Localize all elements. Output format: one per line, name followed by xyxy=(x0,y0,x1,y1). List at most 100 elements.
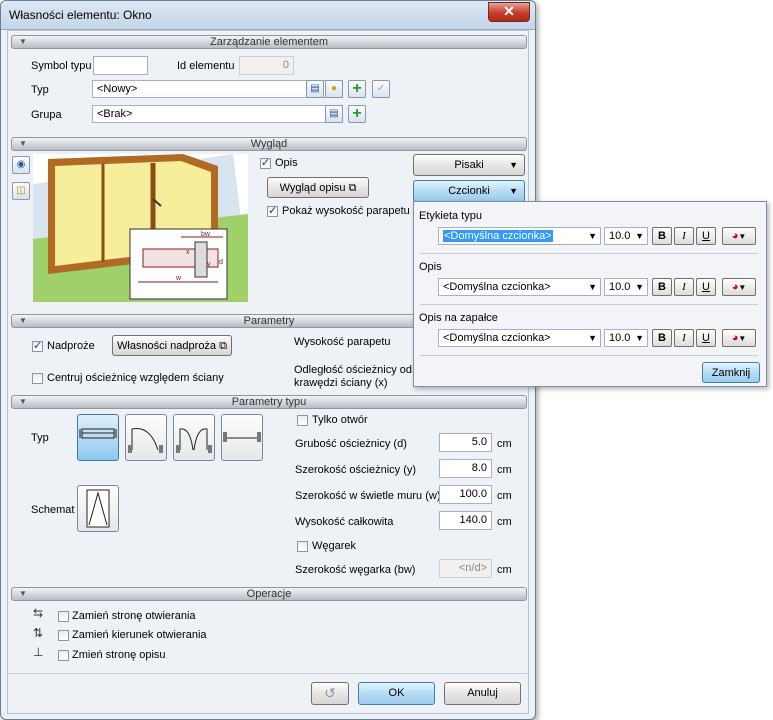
frame-width-unit: cm xyxy=(497,464,512,476)
type-lightbulb-icon[interactable]: ● xyxy=(325,80,343,98)
add-type-button[interactable]: + xyxy=(348,80,366,98)
bold-button-opis-zapalce[interactable]: B xyxy=(652,329,672,347)
font-size-select-type-tag[interactable]: 10.0 ▼ xyxy=(604,227,648,245)
bold-button-type-tag[interactable]: B xyxy=(652,227,672,245)
font-select-type-tag[interactable]: <Domyślna czcionka> ▼ xyxy=(438,227,601,245)
schema-button[interactable] xyxy=(77,485,119,532)
group-select[interactable]: <Brak> xyxy=(92,105,343,123)
popup-separator xyxy=(420,253,758,254)
color-picker-opis-zapalce[interactable]: ◕▼ xyxy=(722,329,756,347)
type-single-arc-button[interactable] xyxy=(125,414,167,461)
type-double-arc-button[interactable] xyxy=(173,414,215,461)
close-button[interactable]: ✕ xyxy=(488,2,530,22)
swap-opening-side-checkbox[interactable] xyxy=(58,611,69,622)
center-frame-label: Centruj ościeżnicę względem ściany xyxy=(47,372,224,384)
italic-button-opis-zapalce[interactable]: I xyxy=(674,329,694,347)
italic-button-type-tag[interactable]: I xyxy=(674,227,694,245)
opis-checkbox[interactable]: ✓ xyxy=(260,158,271,169)
popup-separator xyxy=(420,355,758,356)
swap-opening-direction-checkbox[interactable] xyxy=(58,630,69,641)
font-select-opis[interactable]: <Domyślna czcionka> ▼ xyxy=(438,278,601,296)
symbol-type-label: Symbol typu xyxy=(31,60,92,72)
czcionki-button[interactable]: Czcionki ▼ xyxy=(413,180,525,202)
description-appearance-label: Wygląd opisu xyxy=(279,182,346,194)
total-height-unit: cm xyxy=(497,516,512,528)
section-management-title: Zarządzanie elementem xyxy=(209,36,328,48)
title-bar[interactable]: Własności elementu: Okno ✕ xyxy=(1,1,535,30)
underline-button-opis[interactable]: U xyxy=(696,278,716,296)
diagram-label-d: d xyxy=(219,259,223,266)
window-type-label: Typ xyxy=(31,432,49,444)
only-opening-checkbox[interactable] xyxy=(297,415,308,426)
diagram-label-y: y xyxy=(207,261,211,268)
wegarek-checkbox[interactable] xyxy=(297,541,308,552)
schema-label: Schemat xyxy=(31,504,75,516)
open-dialog-icon: ⧉ xyxy=(219,340,227,352)
section-operations-header[interactable]: ▼ Operacje xyxy=(11,587,527,601)
frame-distance-label-line1: Odległość ościeżnicy od xyxy=(294,364,413,376)
show-parapet-label: Pokaż wysokość parapetu xyxy=(282,205,410,217)
add-group-button[interactable]: + xyxy=(348,105,366,123)
color-picker-opis[interactable]: ◕▼ xyxy=(722,278,756,296)
lintel-properties-label: Własności nadproża xyxy=(117,340,217,352)
underline-button-type-tag[interactable]: U xyxy=(696,227,716,245)
show-parapet-checkbox[interactable]: ✓ xyxy=(267,206,278,217)
dropdown-arrow-icon: ▼ xyxy=(588,231,597,241)
diagram-label-w: w xyxy=(175,275,182,282)
undo-button: ↺ xyxy=(311,682,349,705)
ok-button[interactable]: OK xyxy=(358,682,435,705)
underline-button-opis-zapalce[interactable]: U xyxy=(696,329,716,347)
frame-thickness-input[interactable]: 5.0 xyxy=(439,433,492,452)
swap-description-side-icon: ⊥ xyxy=(33,645,44,659)
pisaki-label: Pisaki xyxy=(454,159,484,171)
close-popup-button[interactable]: Zamknij xyxy=(702,362,760,383)
swap-description-side-checkbox[interactable] xyxy=(58,650,69,661)
font-group-label-type-tag: Etykieta typu xyxy=(419,210,482,222)
frame-width-label: Szerokość ościeżnicy (y) xyxy=(295,464,417,476)
type-flat-opening-button[interactable] xyxy=(77,414,119,461)
center-frame-checkbox[interactable] xyxy=(32,373,43,384)
wall-opening-width-input[interactable]: 100.0 xyxy=(439,485,492,504)
lintel-properties-button[interactable]: Własności nadproża ⧉ xyxy=(112,335,232,356)
confirm-type-icon: ✓ xyxy=(372,80,390,98)
lintel-checkbox[interactable]: ✓ xyxy=(32,341,43,352)
dropdown-arrow-icon: ▼ xyxy=(588,282,597,292)
window-title: Własności elementu: Okno xyxy=(9,8,152,22)
symbol-type-input[interactable] xyxy=(93,56,148,75)
wall-opening-width-unit: cm xyxy=(497,490,512,502)
bold-button-opis[interactable]: B xyxy=(652,278,672,296)
dropdown-arrow-icon: ▼ xyxy=(635,333,644,343)
font-size-select-opis-zapalce[interactable]: 10.0 ▼ xyxy=(604,329,648,347)
dropdown-arrow-icon: ▼ xyxy=(738,283,747,292)
cube-view-icon[interactable]: ◫ xyxy=(12,182,30,200)
cancel-button[interactable]: Anuluj xyxy=(444,682,521,705)
diagram-label-bw: bw xyxy=(201,231,211,238)
font-size-select-opis[interactable]: 10.0 ▼ xyxy=(604,278,648,296)
font-select-opis-value: <Domyślna czcionka> xyxy=(443,281,551,293)
dropdown-arrow-icon: ▼ xyxy=(509,186,518,196)
czcionki-label: Czcionki xyxy=(448,185,490,197)
element-id-input: 0 xyxy=(239,56,294,75)
window-preview-image: bw x d y w xyxy=(33,154,248,302)
section-management-header[interactable]: ▼ Zarządzanie elementem xyxy=(11,35,527,49)
element-id-label: Id elementu xyxy=(177,60,235,72)
camera-view-icon[interactable]: ◉ xyxy=(12,156,30,174)
total-height-input[interactable]: 140.0 xyxy=(439,511,492,530)
description-appearance-button[interactable]: Wygląd opisu ⧉ xyxy=(267,177,369,198)
section-appearance-header[interactable]: ▼ Wygląd xyxy=(11,137,527,151)
italic-button-opis[interactable]: I xyxy=(674,278,694,296)
swap-opening-direction-icon: ⇅ xyxy=(33,626,44,640)
type-sliding-button[interactable] xyxy=(221,414,263,461)
pisaki-button[interactable]: Pisaki ▼ xyxy=(413,154,525,176)
font-select-opis-zapalce[interactable]: <Domyślna czcionka> ▼ xyxy=(438,329,601,347)
section-type-parameters-title: Parametry typu xyxy=(231,396,307,408)
color-picker-type-tag[interactable]: ◕▼ xyxy=(722,227,756,245)
group-list-icon[interactable]: ▤ xyxy=(325,105,343,123)
type-list-icon[interactable]: ▤ xyxy=(306,80,324,98)
wegarek-width-label: Szerokość węgarka (bw) xyxy=(295,564,416,576)
wegarek-width-input: <n/d> xyxy=(439,559,492,578)
wegarek-label: Węgarek xyxy=(312,540,357,552)
frame-width-input[interactable]: 8.0 xyxy=(439,459,492,478)
font-group-label-opis-zapalce: Opis na zapałce xyxy=(419,312,498,324)
section-type-parameters-header[interactable]: ▼ Parametry typu xyxy=(11,395,527,409)
